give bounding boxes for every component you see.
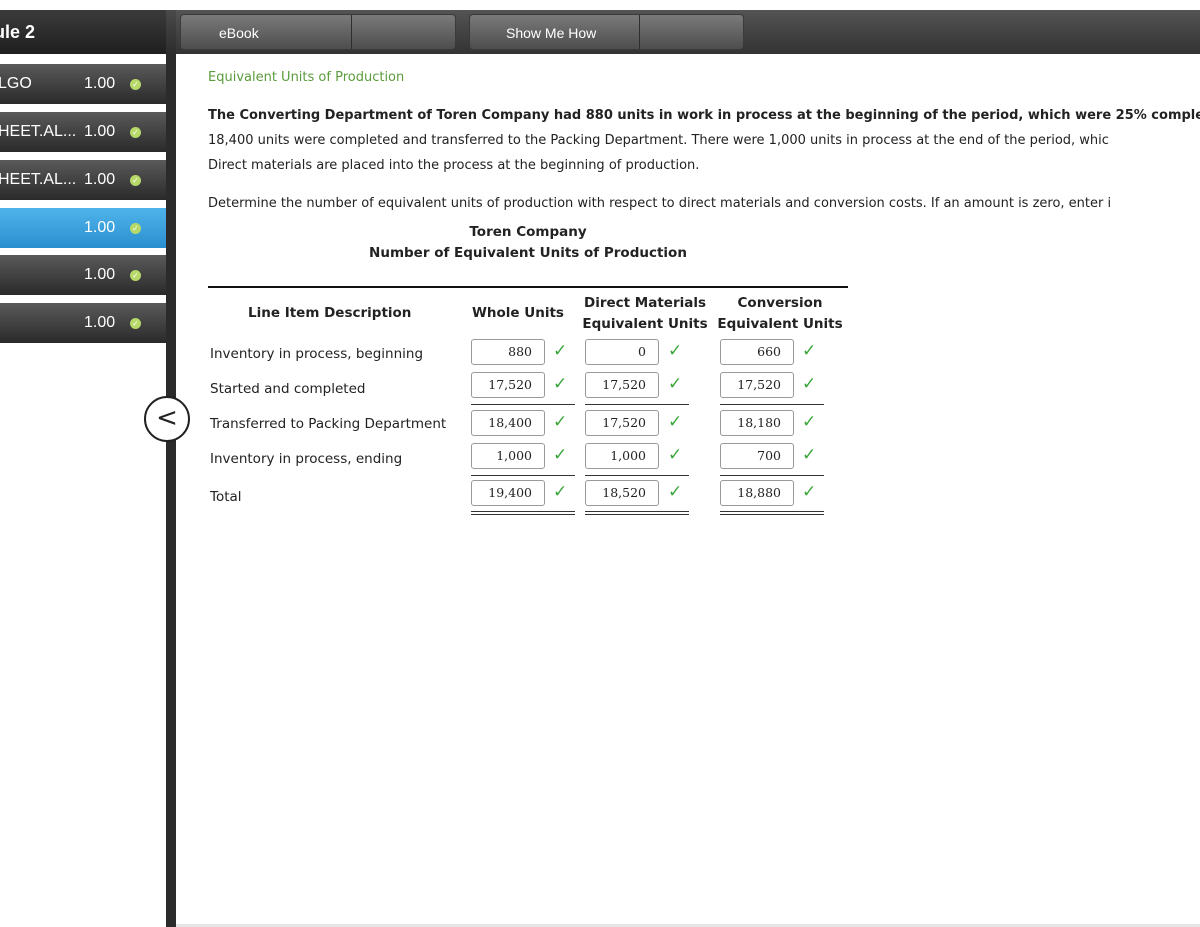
sidebar: LGO 1.00 ✓ HEET.AL... 1.00 ✓ HEET.AL... … — [0, 54, 166, 927]
sidebar-item-4-active[interactable]: 1.00 ✓ — [0, 208, 166, 248]
subtotal-rule — [585, 475, 689, 476]
header-direct-materials: Direct Materials Equivalent Units — [580, 293, 710, 335]
tab-ebook-label: eBook — [219, 25, 259, 41]
row-label-transferred: Transferred to Packing Department — [210, 416, 447, 432]
whole-units-input[interactable]: 880 — [471, 339, 545, 365]
whole-units-input[interactable]: 19,400 — [471, 480, 545, 506]
tab-divider — [639, 15, 640, 49]
header-whole-units: Whole Units — [472, 305, 564, 321]
sidebar-item-5[interactable]: 1.00 ✓ — [0, 255, 166, 295]
header-conversion: Conversion Equivalent Units — [715, 293, 845, 335]
sidebar-item-label: HEET.AL... — [0, 123, 77, 140]
conversion-units-input[interactable]: 700 — [720, 443, 794, 469]
conversion-units-input[interactable]: 17,520 — [720, 372, 794, 398]
check-circle-icon: ✓ — [130, 318, 141, 329]
chevron-left-icon: < — [156, 403, 178, 433]
whole-units-input[interactable]: 17,520 — [471, 372, 545, 398]
check-icon: ✓ — [553, 374, 568, 394]
check-icon: ✓ — [668, 445, 683, 465]
subtotal-rule — [471, 475, 575, 476]
problem-paragraph: The Converting Department of Toren Compa… — [208, 103, 1200, 178]
row-label-started-completed: Started and completed — [210, 381, 366, 397]
check-circle-icon: ✓ — [130, 127, 141, 138]
tab-divider — [351, 15, 352, 49]
check-circle-icon: ✓ — [130, 79, 141, 90]
tab-show-me-how-label: Show Me How — [506, 25, 597, 41]
sidebar-item-score: 1.00 — [84, 75, 116, 92]
whole-units-input[interactable]: 18,400 — [471, 410, 545, 436]
sidebar-item-6[interactable]: 1.00 ✓ — [0, 303, 166, 343]
company-name: Toren Company — [469, 224, 587, 240]
check-icon: ✓ — [802, 341, 817, 361]
subtotal-rule — [471, 404, 575, 405]
check-circle-icon: ✓ — [130, 223, 141, 234]
row-label-ending: Inventory in process, ending — [210, 451, 403, 467]
problem-heading: Equivalent Units of Production — [208, 70, 405, 85]
check-icon: ✓ — [668, 412, 683, 432]
conversion-units-input[interactable]: 18,880 — [720, 480, 794, 506]
sidebar-item-1[interactable]: LGO 1.00 ✓ — [0, 64, 166, 104]
problem-intro-line2: 18,400 units were completed and transfer… — [208, 133, 1109, 148]
module-title: ule 2 — [0, 10, 166, 54]
sidebar-divider — [166, 54, 176, 927]
dm-units-input[interactable]: 17,520 — [585, 410, 659, 436]
tab-ebook[interactable]: eBook — [180, 14, 456, 50]
dm-units-input[interactable]: 1,000 — [585, 443, 659, 469]
check-icon: ✓ — [553, 341, 568, 361]
whole-units-input[interactable]: 1,000 — [471, 443, 545, 469]
problem-intro-bold: The Converting Department of Toren Compa… — [208, 108, 1200, 123]
header-description: Line Item Description — [248, 305, 412, 321]
sidebar-item-3[interactable]: HEET.AL... 1.00 ✓ — [0, 160, 166, 200]
check-circle-icon: ✓ — [130, 175, 141, 186]
check-icon: ✓ — [553, 412, 568, 432]
problem-intro-line3: Direct materials are placed into the pro… — [208, 158, 700, 173]
check-icon: ✓ — [668, 374, 683, 394]
dm-units-input[interactable]: 0 — [585, 339, 659, 365]
sidebar-item-2[interactable]: HEET.AL... 1.00 ✓ — [0, 112, 166, 152]
check-icon: ✓ — [802, 445, 817, 465]
check-icon: ✓ — [668, 482, 683, 502]
total-double-rule — [585, 511, 689, 515]
header-dm-line1: Direct Materials — [583, 295, 706, 311]
header-dm-line2: Equivalent Units — [582, 316, 708, 332]
check-circle-icon: ✓ — [130, 270, 141, 281]
total-double-rule — [471, 511, 575, 515]
check-icon: ✓ — [802, 374, 817, 394]
tab-show-me-how[interactable]: Show Me How — [469, 14, 744, 50]
check-icon: ✓ — [668, 341, 683, 361]
problem-instruction: Determine the number of equivalent units… — [208, 196, 1112, 211]
total-double-rule — [720, 511, 824, 515]
sidebar-item-label: HEET.AL... — [0, 171, 77, 188]
sidebar-item-score: 1.00 — [84, 171, 116, 188]
subtotal-rule — [720, 475, 824, 476]
table-title: Toren Company Number of Equivalent Units… — [208, 222, 848, 264]
dm-units-input[interactable]: 17,520 — [585, 372, 659, 398]
sidebar-item-score: 1.00 — [84, 123, 116, 140]
check-icon: ✓ — [802, 482, 817, 502]
sidebar-item-label: LGO — [0, 75, 32, 92]
header-conv-line2: Equivalent Units — [717, 316, 843, 332]
header-conv-line1: Conversion — [737, 295, 823, 311]
sidebar-item-score: 1.00 — [84, 266, 116, 283]
collapse-sidebar-button[interactable]: < — [144, 396, 190, 442]
subtotal-rule — [720, 404, 824, 405]
dm-units-input[interactable]: 18,520 — [585, 480, 659, 506]
conversion-units-input[interactable]: 660 — [720, 339, 794, 365]
row-label-beginning: Inventory in process, beginning — [210, 346, 424, 362]
table-subtitle: Number of Equivalent Units of Production — [369, 245, 687, 261]
conversion-units-input[interactable]: 18,180 — [720, 410, 794, 436]
check-icon: ✓ — [553, 445, 568, 465]
table-top-rule — [208, 286, 848, 288]
sidebar-item-score: 1.00 — [84, 314, 116, 331]
subtotal-rule — [585, 404, 689, 405]
check-icon: ✓ — [553, 482, 568, 502]
row-label-total: Total — [210, 489, 242, 505]
check-icon: ✓ — [802, 412, 817, 432]
sidebar-item-score: 1.00 — [84, 219, 116, 236]
